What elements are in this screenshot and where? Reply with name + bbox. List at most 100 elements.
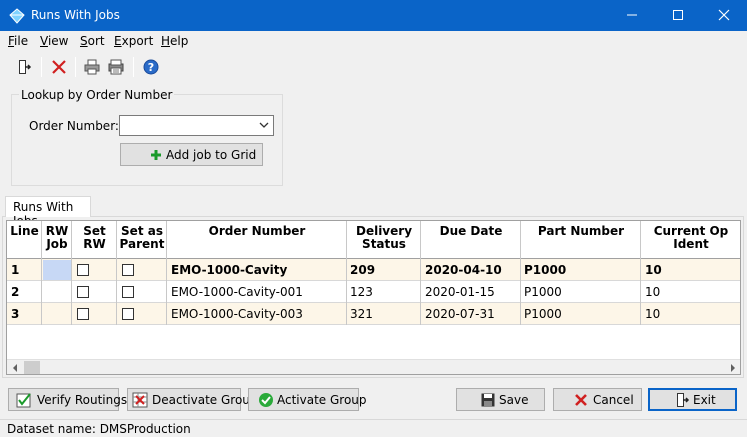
column-header[interactable]: Due Date bbox=[421, 221, 521, 259]
scroll-left-icon[interactable] bbox=[11, 364, 19, 372]
window-title: Runs With Jobs bbox=[31, 8, 120, 22]
exit-door-icon bbox=[19, 60, 32, 74]
tab-runs-with-jobs[interactable]: Runs With Jobs bbox=[5, 196, 91, 228]
set-rw-checkbox[interactable] bbox=[77, 308, 89, 320]
column-header[interactable]: Line bbox=[7, 221, 42, 259]
exit-label: Exit bbox=[693, 393, 716, 407]
verify-checklist-icon bbox=[16, 393, 31, 408]
close-button[interactable] bbox=[701, 0, 747, 31]
part-number-cell: P1000 bbox=[524, 263, 567, 277]
verify-routings-button[interactable]: Verify Routings bbox=[8, 388, 127, 411]
column-divider bbox=[420, 221, 421, 325]
deactivate-group-button[interactable]: Deactivate Group bbox=[127, 388, 258, 411]
menu-help[interactable]: Help bbox=[161, 34, 188, 48]
delivery-status-cell: 123 bbox=[350, 285, 373, 299]
toolbar-help-button[interactable]: ? bbox=[139, 55, 163, 79]
minimize-icon bbox=[627, 14, 637, 16]
lookup-group-title: Lookup by Order Number bbox=[19, 88, 175, 102]
column-divider bbox=[116, 221, 117, 325]
order-number-cell: EMO-1000-Cavity-001 bbox=[171, 285, 303, 299]
due-date-cell: 2020-01-15 bbox=[425, 285, 495, 299]
lookup-groupbox bbox=[11, 94, 283, 186]
order-number-label: Order Number: bbox=[29, 119, 119, 133]
delivery-status-cell: 209 bbox=[350, 263, 376, 277]
set-as-parent-checkbox[interactable] bbox=[122, 286, 134, 298]
line-cell: 3 bbox=[11, 307, 20, 321]
dataset-name-text: Dataset name: DMSProduction bbox=[7, 422, 191, 436]
menu-view[interactable]: View bbox=[40, 34, 68, 48]
minimize-button[interactable] bbox=[609, 0, 655, 31]
due-date-cell: 2020-07-31 bbox=[425, 307, 495, 321]
current-op-cell: 10 bbox=[645, 307, 661, 321]
delete-x-icon bbox=[52, 60, 66, 74]
line-cell: 2 bbox=[11, 285, 20, 299]
due-date-cell: 2020-04-10 bbox=[425, 263, 502, 277]
activate-group-label: Activate Group bbox=[277, 393, 367, 407]
exit-button[interactable]: Exit bbox=[648, 388, 737, 411]
menu-file[interactable]: File bbox=[8, 34, 28, 48]
floppy-disk-icon bbox=[481, 393, 495, 407]
plus-icon bbox=[151, 150, 161, 160]
title-bar[interactable]: Runs With Jobs bbox=[0, 0, 747, 31]
scroll-right-icon[interactable] bbox=[729, 364, 737, 372]
part-number-cell: P1000 bbox=[524, 285, 562, 299]
set-as-parent-checkbox[interactable] bbox=[122, 308, 134, 320]
column-divider bbox=[41, 221, 42, 325]
print-preview-icon bbox=[108, 59, 124, 75]
print-icon bbox=[84, 59, 100, 75]
exit-door-icon bbox=[677, 393, 690, 407]
rw-job-cell-selected[interactable] bbox=[43, 260, 71, 280]
help-icon: ? bbox=[143, 59, 159, 75]
current-op-cell: 10 bbox=[645, 285, 661, 299]
jobs-grid[interactable]: Line RW Job Set RW Set as Parent Order N… bbox=[6, 220, 741, 375]
save-label: Save bbox=[499, 393, 529, 407]
menu-sort[interactable]: Sort bbox=[80, 34, 105, 48]
menu-bar: File View Sort Export Help bbox=[0, 31, 747, 52]
horizontal-scrollbar[interactable] bbox=[7, 359, 740, 374]
cancel-label: Cancel bbox=[593, 393, 634, 407]
scrollbar-thumb[interactable] bbox=[24, 361, 40, 374]
toolbar-exit-button[interactable] bbox=[12, 55, 36, 79]
column-header[interactable]: Delivery Status bbox=[347, 221, 421, 259]
current-op-cell: 10 bbox=[645, 263, 662, 277]
set-rw-checkbox[interactable] bbox=[77, 264, 89, 276]
svg-text:?: ? bbox=[148, 61, 154, 74]
deactivate-grid-icon bbox=[132, 392, 148, 408]
maximize-button[interactable] bbox=[655, 0, 701, 31]
toolbar: ? bbox=[0, 53, 747, 81]
menu-export[interactable]: Export bbox=[114, 34, 153, 48]
chevron-down-icon[interactable] bbox=[259, 121, 269, 129]
line-cell: 1 bbox=[11, 263, 20, 277]
column-header[interactable]: Current Op Ident bbox=[641, 221, 740, 259]
cancel-button[interactable]: Cancel bbox=[553, 388, 642, 411]
order-number-combobox[interactable] bbox=[119, 115, 274, 136]
toolbar-delete-button[interactable] bbox=[47, 55, 71, 79]
order-number-cell: EMO-1000-Cavity-003 bbox=[171, 307, 303, 321]
column-header[interactable]: Part Number bbox=[521, 221, 641, 259]
add-job-to-grid-button[interactable]: Add job to Grid bbox=[120, 143, 263, 166]
column-header[interactable]: Order Number bbox=[167, 221, 347, 259]
cancel-x-icon bbox=[575, 394, 587, 406]
column-header[interactable]: Set as Parent bbox=[117, 221, 167, 259]
activate-group-button[interactable]: Activate Group bbox=[248, 388, 367, 411]
toolbar-separator bbox=[133, 57, 134, 77]
column-header[interactable]: RW Job bbox=[42, 221, 72, 259]
deactivate-group-label: Deactivate Group bbox=[152, 393, 258, 407]
set-rw-checkbox[interactable] bbox=[77, 286, 89, 298]
save-button[interactable]: Save bbox=[456, 388, 545, 411]
column-divider bbox=[166, 221, 167, 325]
delivery-status-cell: 321 bbox=[350, 307, 373, 321]
close-icon bbox=[718, 9, 730, 21]
add-job-label: Add job to Grid bbox=[166, 148, 257, 162]
column-divider bbox=[346, 221, 347, 325]
verify-routings-label: Verify Routings bbox=[37, 393, 128, 407]
part-number-cell: P1000 bbox=[524, 307, 562, 321]
column-header[interactable]: Set RW bbox=[72, 221, 117, 259]
set-as-parent-checkbox[interactable] bbox=[122, 264, 134, 276]
toolbar-print-preview-button[interactable] bbox=[104, 55, 128, 79]
toolbar-print-button[interactable] bbox=[80, 55, 104, 79]
toolbar-separator bbox=[41, 57, 42, 77]
column-divider bbox=[640, 221, 641, 325]
toolbar-separator bbox=[75, 57, 76, 77]
checkmark-circle-icon bbox=[259, 393, 273, 407]
